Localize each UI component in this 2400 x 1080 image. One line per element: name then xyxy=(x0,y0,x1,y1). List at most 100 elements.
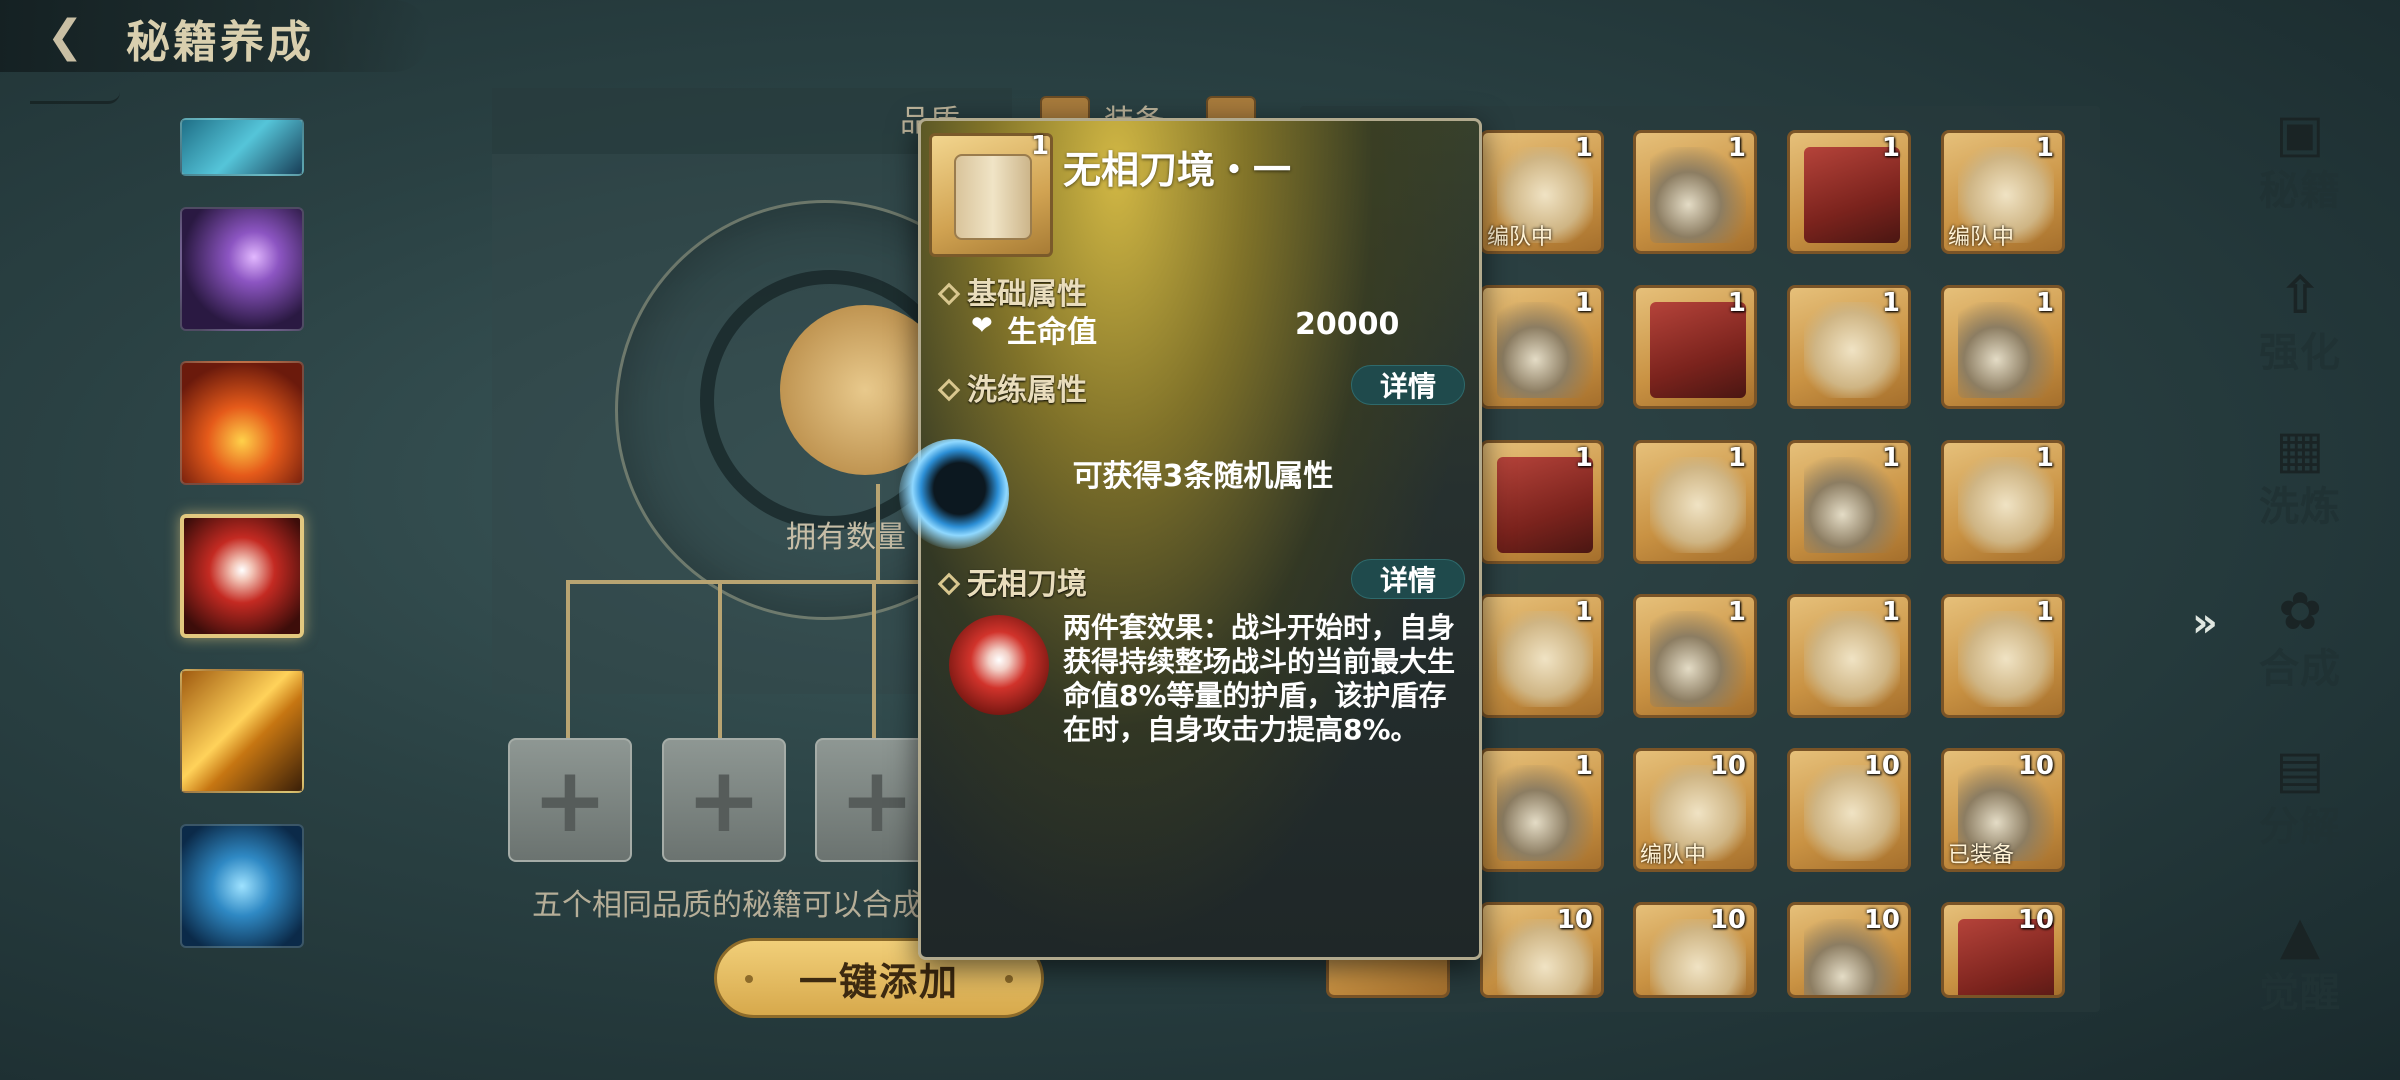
inventory-item[interactable]: 1 xyxy=(1787,440,1911,564)
inventory-item[interactable]: 1 xyxy=(1480,440,1604,564)
tooltip-item-count: 1 xyxy=(1031,131,1050,161)
header-decoration xyxy=(30,82,120,104)
inventory-item[interactable]: 1 xyxy=(1633,285,1757,409)
nav-expand-arrow-icon[interactable]: » xyxy=(2192,600,2218,646)
nav-item-2[interactable]: ▦ 洗炼 xyxy=(2240,420,2360,532)
back-arrow-icon: ❮ xyxy=(46,10,84,62)
nav-item-label: 合成 xyxy=(2259,646,2341,692)
item-count: 1 xyxy=(1574,443,1593,473)
inventory-item[interactable]: 10 xyxy=(1633,902,1757,998)
item-status-tag: 编队中 xyxy=(1640,843,1707,868)
refine-icon: ▦ xyxy=(2275,420,2325,480)
inventory-item[interactable]: 1 xyxy=(1941,440,2065,564)
set-skill-icon xyxy=(949,615,1049,715)
item-count: 1 xyxy=(1574,751,1593,781)
set-detail-button[interactable]: 详情 xyxy=(1351,559,1465,599)
item-count: 10 xyxy=(1709,751,1746,781)
awaken-icon: ▲ xyxy=(2280,906,2320,966)
plus-icon: + xyxy=(839,747,915,853)
item-count: 10 xyxy=(1863,751,1900,781)
item-status-tag: 编队中 xyxy=(1948,225,2015,250)
item-count: 1 xyxy=(2035,597,2054,627)
item-count: 1 xyxy=(1727,133,1746,163)
book-icon: ▣ xyxy=(2275,104,2325,164)
material-slot-1[interactable]: + xyxy=(508,738,632,862)
item-count: 1 xyxy=(1574,133,1593,163)
manual-icon-slot-1[interactable] xyxy=(180,207,304,331)
inventory-item[interactable]: 10 xyxy=(1787,902,1911,998)
manual-icon-slot-3-selected[interactable] xyxy=(180,514,304,638)
tooltip-item-name: 无相刀境・一 xyxy=(1063,148,1292,192)
back-button[interactable]: ❮ xyxy=(30,8,100,64)
inventory-item[interactable]: 10 xyxy=(1787,748,1911,872)
decompose-icon: ▤ xyxy=(2275,740,2325,800)
inventory-item[interactable]: 1 xyxy=(1787,594,1911,718)
diamond-icon xyxy=(937,282,961,305)
manual-icon-slot-0[interactable] xyxy=(180,118,304,176)
item-count: 1 xyxy=(2035,133,2054,163)
item-count: 1 xyxy=(1881,443,1900,473)
hp-label: 生命值 xyxy=(1007,315,1097,350)
nav-item-label: 洗炼 xyxy=(2259,484,2341,530)
button-dot-decoration xyxy=(1005,975,1013,983)
item-count: 10 xyxy=(2017,905,2054,935)
plus-icon: + xyxy=(686,747,762,853)
manual-icon-slot-4[interactable] xyxy=(180,669,304,793)
item-count: 1 xyxy=(1727,443,1746,473)
item-status-tag: 已装备 xyxy=(1948,843,2015,868)
inventory-item[interactable]: 1 xyxy=(1480,748,1604,872)
item-count: 1 xyxy=(1881,597,1900,627)
nav-item-0[interactable]: ▣ 秘籍 xyxy=(2240,104,2360,216)
random-attr-text: 可获得3条随机属性 xyxy=(1072,459,1334,494)
refine-detail-button[interactable]: 详情 xyxy=(1351,365,1465,405)
item-count: 10 xyxy=(2017,751,2054,781)
item-count: 10 xyxy=(1556,905,1593,935)
item-count: 1 xyxy=(1727,288,1746,318)
upgrade-icon: ⇧ xyxy=(2278,266,2322,326)
item-count: 1 xyxy=(2035,443,2054,473)
manual-icon-slot-5[interactable] xyxy=(180,824,304,948)
diamond-icon xyxy=(937,572,961,595)
inventory-item[interactable]: 1 xyxy=(1787,130,1911,254)
page-title: 秘籍养成 xyxy=(126,17,314,68)
nav-item-3[interactable]: ✿ 合成 xyxy=(2240,582,2360,694)
button-dot-decoration xyxy=(745,975,753,983)
inventory-item[interactable]: 1 xyxy=(1480,285,1604,409)
item-count: 1 xyxy=(1881,288,1900,318)
nav-item-1[interactable]: ⇧ 强化 xyxy=(2240,266,2360,378)
inventory-item[interactable]: 10 xyxy=(1480,902,1604,998)
set-effect-description: 两件套效果：战斗开始时，自身获得持续整场战斗的当前最大生命值8%等量的护盾，该护… xyxy=(1063,611,1456,746)
item-count: 1 xyxy=(1727,597,1746,627)
inventory-item[interactable]: 1 xyxy=(1633,130,1757,254)
inventory-item[interactable]: 10 编队中 xyxy=(1633,748,1757,872)
nav-item-label: 强化 xyxy=(2259,330,2341,376)
triskelion-icon: ✿ xyxy=(2278,582,2322,642)
set-section-title: 无相刀境 xyxy=(937,559,1087,603)
item-tooltip: 1 无相刀境・一 基础属性 ❤ 生命值 20000 洗练属性 详情 可获得3条随… xyxy=(899,118,1482,960)
nav-item-label: 分解 xyxy=(2259,804,2341,850)
inventory-item[interactable]: 10 xyxy=(1941,902,2065,998)
inventory-item[interactable]: 1 xyxy=(1633,440,1757,564)
scroll-icon xyxy=(954,154,1032,240)
inventory-item[interactable]: 1 xyxy=(1633,594,1757,718)
item-count: 10 xyxy=(1709,905,1746,935)
owned-count-label: 拥有数量 xyxy=(786,520,906,555)
refine-attr-section-title: 洗练属性 xyxy=(937,365,1087,409)
item-status-tag: 编队中 xyxy=(1487,225,1554,250)
plus-icon: + xyxy=(532,747,608,853)
inventory-item[interactable]: 1 编队中 xyxy=(1480,130,1604,254)
inventory-item[interactable]: 1 xyxy=(1941,285,2065,409)
inventory-item[interactable]: 1 编队中 xyxy=(1941,130,2065,254)
inventory-item[interactable]: 1 xyxy=(1787,285,1911,409)
nav-item-5[interactable]: ▲ 觉醒 xyxy=(2240,906,2360,1018)
synthesis-hint: 五个相同品质的秘籍可以合成 xyxy=(532,888,922,923)
inventory-item[interactable]: 10 已装备 xyxy=(1941,748,2065,872)
item-count: 1 xyxy=(1574,288,1593,318)
material-slot-2[interactable]: + xyxy=(662,738,786,862)
manual-icon-slot-2[interactable] xyxy=(180,361,304,485)
item-count: 1 xyxy=(1574,597,1593,627)
nav-item-4[interactable]: ▤ 分解 xyxy=(2240,740,2360,852)
hp-value: 20000 xyxy=(1295,307,1400,342)
inventory-item[interactable]: 1 xyxy=(1941,594,2065,718)
inventory-item[interactable]: 1 xyxy=(1480,594,1604,718)
